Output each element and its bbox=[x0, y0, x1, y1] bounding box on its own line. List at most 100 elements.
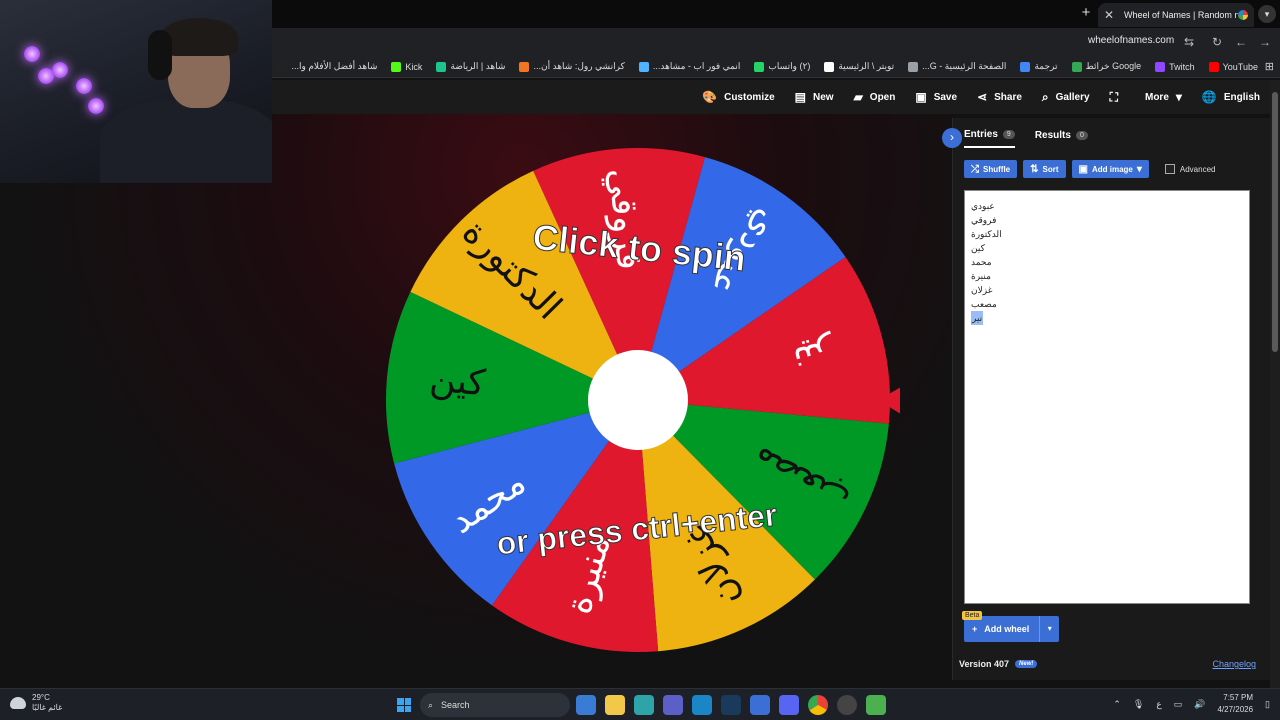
apps-grid-icon[interactable]: ⊞ bbox=[1265, 60, 1274, 73]
url-text[interactable]: wheelofnames.com bbox=[1088, 35, 1174, 46]
bookmark-item[interactable]: Twitch bbox=[1155, 61, 1195, 72]
add-wheel-dropdown-icon[interactable]: ▾ bbox=[1039, 616, 1059, 642]
tab-results[interactable]: Results 0 bbox=[1035, 129, 1088, 148]
photos-icon[interactable] bbox=[634, 695, 654, 715]
add-image-button[interactable]: ▣ Add image ▾ bbox=[1071, 160, 1149, 178]
entry-line[interactable]: غزلان bbox=[971, 283, 1243, 297]
shuffle-label: Shuffle bbox=[983, 164, 1011, 174]
minecraft-icon[interactable] bbox=[866, 695, 886, 715]
reload-icon[interactable]: ↻ bbox=[1209, 34, 1225, 50]
save-button[interactable]: ▣ Save bbox=[915, 90, 957, 104]
weather-widget[interactable]: 29°C غائم غالبًا bbox=[10, 693, 62, 713]
forward-icon[interactable]: → bbox=[1257, 34, 1273, 50]
taskbar-search-label: Search bbox=[441, 700, 470, 710]
sort-button[interactable]: ⇅ Sort bbox=[1023, 160, 1066, 178]
more-button[interactable]: More ▾ bbox=[1145, 90, 1182, 104]
chrome-icon[interactable] bbox=[808, 695, 828, 715]
tab-entries[interactable]: Entries 9 bbox=[964, 129, 1015, 148]
new-tab-icon[interactable]: + bbox=[1078, 5, 1094, 21]
language-indicator[interactable]: ع bbox=[1156, 699, 1161, 710]
bookmark-label: ترجمة bbox=[1034, 61, 1058, 71]
file-explorer-icon[interactable] bbox=[605, 695, 625, 715]
mail-icon[interactable] bbox=[750, 695, 770, 715]
tab-favicon-icon bbox=[1238, 10, 1248, 20]
entry-line[interactable]: كين bbox=[971, 241, 1243, 255]
browser-tab[interactable]: ✕ Wheel of Names | Random nam bbox=[1098, 3, 1254, 27]
chevron-down-icon: ▾ bbox=[1136, 163, 1142, 175]
entry-line[interactable]: منيرة bbox=[971, 269, 1243, 283]
scrollbar-thumb[interactable] bbox=[1272, 92, 1278, 352]
close-tab-icon[interactable]: ✕ bbox=[1104, 8, 1120, 22]
microphone-icon[interactable]: 🎙 bbox=[1133, 699, 1144, 710]
shuffle-button[interactable]: ⤮ Shuffle bbox=[964, 160, 1018, 178]
chevron-down-icon: ▾ bbox=[1175, 90, 1182, 104]
share-button[interactable]: ⋖ Share bbox=[977, 90, 1022, 104]
windows-start-icon[interactable] bbox=[397, 698, 411, 712]
entries-textarea[interactable]: عبودي فروقي الدكتورة كين محمد منيرة غزلان مصعب ن… bbox=[964, 190, 1250, 604]
volume-icon[interactable]: 🔊 bbox=[1194, 699, 1205, 710]
chevron-up-icon[interactable]: ⌃ bbox=[1113, 699, 1121, 710]
bookmark-label: كرانشي رول: شاهد أن... bbox=[533, 61, 625, 71]
network-icon[interactable]: ▭ bbox=[1174, 699, 1183, 710]
bookmark-item[interactable]: Kick bbox=[391, 61, 422, 72]
bookmark-item[interactable]: شاهد | الرياضة bbox=[436, 61, 505, 72]
notifications-icon[interactable]: ▯ bbox=[1265, 699, 1270, 710]
customize-button-label: Customize bbox=[724, 91, 775, 103]
copilot-icon[interactable] bbox=[576, 695, 596, 715]
add-image-label: Add image bbox=[1091, 164, 1133, 174]
add-wheel-label: Add wheel bbox=[984, 624, 1030, 634]
spin-wheel[interactable]: فروقي عبودينيرمصعبغزلانمنيرةمحمدكينالدكتو… bbox=[380, 140, 900, 670]
steam-icon[interactable] bbox=[721, 695, 741, 715]
app-icon[interactable] bbox=[692, 695, 712, 715]
entry-line[interactable]: محمد bbox=[971, 255, 1243, 269]
bookmark-item[interactable]: ترجمة bbox=[1020, 61, 1058, 72]
back-icon[interactable]: ← bbox=[1233, 34, 1249, 50]
bookmark-favicon-icon bbox=[754, 61, 765, 72]
bookmark-item[interactable]: YouTube bbox=[1208, 61, 1258, 72]
entry-line[interactable]: الدكتورة bbox=[971, 227, 1243, 241]
discord-icon[interactable] bbox=[779, 695, 799, 715]
streamer-body bbox=[100, 100, 272, 183]
taskbar-search[interactable]: ⌕ Search bbox=[420, 693, 570, 717]
changelog-link[interactable]: Changelog bbox=[1212, 659, 1256, 669]
gallery-button[interactable]: ⌕ Gallery bbox=[1042, 90, 1090, 105]
advanced-checkbox[interactable]: Advanced bbox=[1164, 164, 1215, 174]
open-button-label: Open bbox=[869, 91, 896, 103]
folder-icon: ▰ bbox=[853, 90, 863, 104]
entry-line[interactable]: فروقي bbox=[971, 213, 1243, 227]
bookmark-item[interactable]: (٢) واتساب bbox=[754, 61, 810, 72]
entry-text: مصعب bbox=[971, 299, 997, 309]
site-settings-icon[interactable]: ⇆ bbox=[1181, 34, 1197, 50]
bookmark-item[interactable]: شاهد أفضل الأفلام وا... bbox=[277, 61, 377, 72]
new-button[interactable]: ▤ New bbox=[795, 90, 834, 104]
collapse-panel-icon[interactable]: › bbox=[942, 128, 962, 148]
bookmark-favicon-icon bbox=[1071, 61, 1082, 72]
clock[interactable]: 7:57 PM 4/27/2026 bbox=[1217, 692, 1253, 716]
obs-icon[interactable] bbox=[837, 695, 857, 715]
english-button[interactable]: 🌐 English bbox=[1202, 90, 1260, 104]
entry-text: غزلان bbox=[971, 285, 993, 295]
bookmark-label: YouTube bbox=[1222, 61, 1258, 72]
bookmark-item[interactable]: تويتر \ الرئيسية bbox=[824, 61, 894, 72]
entry-text: كين bbox=[971, 243, 985, 253]
bookmark-item[interactable]: انمي فور اب - مشاهد... bbox=[638, 61, 740, 72]
add-wheel-main[interactable]: + Add wheel bbox=[964, 624, 1039, 634]
entry-line[interactable]: مصعب bbox=[971, 297, 1243, 311]
new-file-icon: ▤ bbox=[794, 90, 806, 104]
bookmark-item[interactable]: Google خرائط bbox=[1071, 61, 1141, 72]
open-button[interactable]: ▰ Open bbox=[854, 90, 896, 104]
page-scrollbar[interactable] bbox=[1270, 80, 1280, 688]
bookmark-favicon-icon bbox=[1208, 61, 1219, 72]
customize-button[interactable]: 🎨 Customize bbox=[702, 90, 775, 104]
fullscreen-button[interactable]: ⛶ bbox=[1110, 90, 1125, 105]
store-icon[interactable] bbox=[663, 695, 683, 715]
wheel-center-hub[interactable] bbox=[588, 350, 688, 450]
bookmark-item[interactable]: الصفحة الرئيسية - G... bbox=[908, 61, 1006, 72]
light-decoration-icon bbox=[52, 62, 68, 78]
entry-line[interactable]: عبودي bbox=[971, 199, 1243, 213]
tab-list-icon[interactable]: ▾ bbox=[1258, 5, 1276, 23]
bookmark-item[interactable]: كرانشي رول: شاهد أن... bbox=[519, 61, 625, 72]
entry-line[interactable]: نير bbox=[971, 311, 1243, 325]
bookmark-favicon-icon bbox=[1020, 61, 1031, 72]
checkbox-icon[interactable] bbox=[1164, 164, 1175, 174]
